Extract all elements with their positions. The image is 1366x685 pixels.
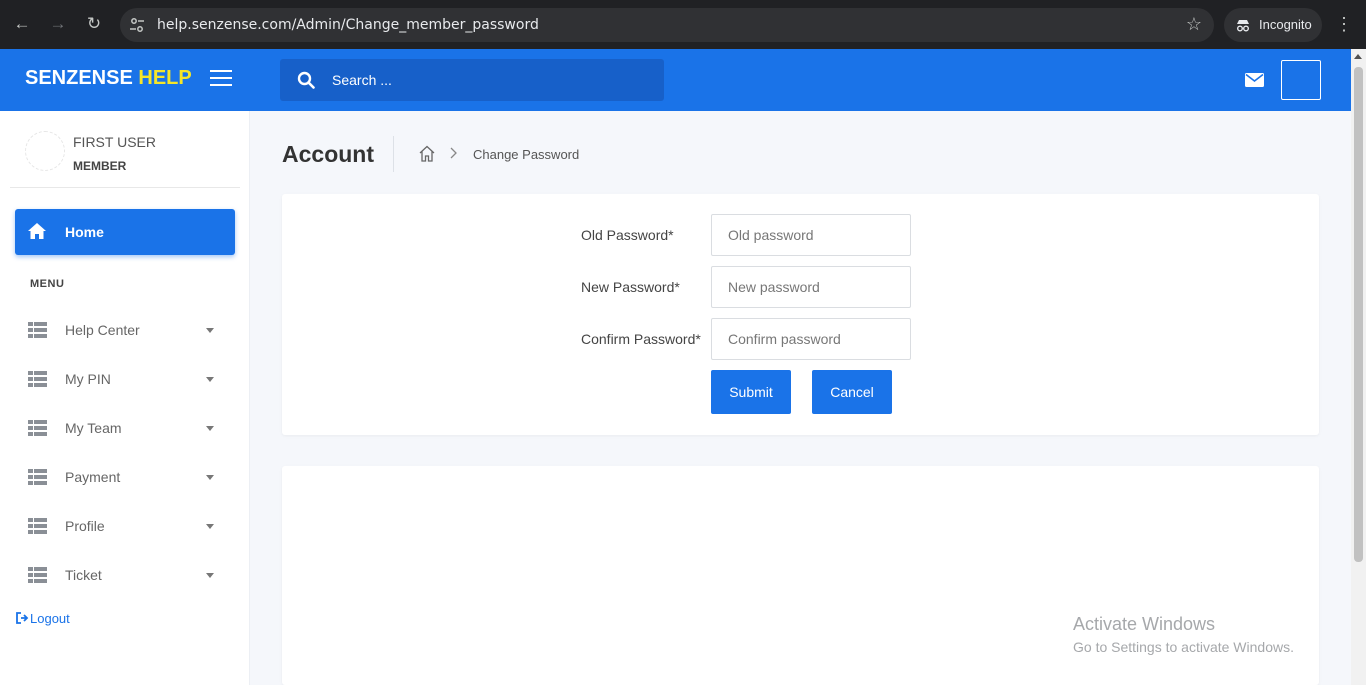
incognito-badge[interactable]: Incognito — [1224, 8, 1322, 42]
back-icon[interactable]: ← — [10, 12, 34, 36]
old-password-label: Old Password* — [581, 227, 674, 243]
grid-icon — [28, 469, 47, 485]
caret-down-icon — [206, 524, 214, 529]
logout-label: Logout — [30, 611, 70, 626]
brand-logo[interactable]: SENZENSE HELP — [25, 67, 192, 90]
sidebar-item-label: My Team — [65, 420, 122, 436]
windows-watermark-title: Activate Windows — [1073, 614, 1216, 634]
divider — [393, 136, 394, 172]
sidebar-item-my-pin[interactable]: My PIN — [0, 360, 249, 400]
submit-button[interactable]: Submit — [711, 370, 791, 414]
top-header: SENZENSE HELP — [0, 49, 1351, 111]
caret-down-icon — [206, 328, 214, 333]
menu-dots-icon[interactable]: ⋮ — [1334, 12, 1354, 36]
incognito-icon — [1237, 20, 1249, 32]
brand-accent: HELP — [138, 67, 192, 89]
forward-icon[interactable]: → — [46, 12, 70, 36]
windows-watermark-text: Go to Settings to activate Windows. — [1073, 639, 1294, 655]
address-bar[interactable]: help.senzense.com/Admin/Change_member_pa… — [120, 8, 1214, 42]
sidebar-item-ticket[interactable]: Ticket — [0, 556, 249, 596]
home-icon — [28, 223, 46, 239]
sidebar-item-help-center[interactable]: Help Center — [0, 311, 249, 351]
caret-down-icon — [206, 573, 214, 578]
sidebar-item-home[interactable]: Home — [15, 209, 235, 255]
scrollbar[interactable] — [1351, 49, 1366, 685]
site-settings-icon[interactable] — [128, 16, 146, 34]
scroll-up-arrow[interactable] — [1354, 54, 1362, 59]
sidebar-item-label: Help Center — [65, 322, 140, 338]
sidebar-item-label: My PIN — [65, 371, 111, 387]
grid-icon — [28, 567, 47, 583]
chevron-right-icon — [450, 147, 457, 159]
sidebar-item-payment[interactable]: Payment — [0, 458, 249, 498]
grid-icon — [28, 420, 47, 436]
sidebar-item-label: Ticket — [65, 567, 102, 583]
sidebar-item-label: Profile — [65, 518, 105, 534]
caret-down-icon — [206, 426, 214, 431]
search-input[interactable] — [332, 69, 632, 91]
cancel-button[interactable]: Cancel — [812, 370, 892, 414]
menu-heading: MENU — [30, 278, 65, 290]
star-icon[interactable]: ☆ — [1186, 14, 1202, 35]
avatar — [25, 131, 65, 171]
grid-icon — [28, 371, 47, 387]
reload-icon[interactable]: ↻ — [82, 12, 106, 36]
search-icon[interactable] — [297, 71, 315, 89]
url-text[interactable]: help.senzense.com/Admin/Change_member_pa… — [157, 17, 539, 33]
new-password-field[interactable] — [711, 266, 911, 308]
page-title: Account — [282, 141, 374, 167]
user-menu-button[interactable] — [1281, 60, 1321, 100]
brand-main: SENZENSE — [25, 67, 133, 89]
caret-down-icon — [206, 377, 214, 382]
logout-icon — [16, 612, 29, 624]
old-password-field[interactable] — [711, 214, 911, 256]
grid-icon — [28, 518, 47, 534]
search-bar — [280, 59, 664, 101]
logout-link[interactable]: Logout — [16, 611, 70, 626]
breadcrumb-current: Change Password — [473, 147, 580, 162]
incognito-label: Incognito — [1259, 17, 1312, 32]
sidebar: FIRST USER MEMBER Home MENU Help Center … — [0, 111, 250, 685]
confirm-password-label: Confirm Password* — [581, 331, 701, 347]
confirm-password-field[interactable] — [711, 318, 911, 360]
scrollbar-thumb[interactable] — [1354, 67, 1363, 562]
grid-icon — [28, 322, 47, 338]
caret-down-icon — [206, 475, 214, 480]
sidebar-item-label: Payment — [65, 469, 121, 485]
browser-chrome: ← → ↻ help.senzense.com/Admin/Change_mem… — [0, 0, 1366, 49]
new-password-label: New Password* — [581, 279, 680, 295]
user-name: FIRST USER — [73, 134, 156, 150]
sidebar-item-profile[interactable]: Profile — [0, 507, 249, 547]
hamburger-icon[interactable] — [210, 70, 232, 88]
breadcrumb-home-icon[interactable] — [418, 145, 436, 162]
sidebar-item-label: Home — [65, 224, 104, 240]
divider — [10, 187, 240, 188]
user-role: MEMBER — [73, 159, 127, 173]
mail-icon[interactable] — [1245, 73, 1264, 87]
sidebar-item-my-team[interactable]: My Team — [0, 409, 249, 449]
